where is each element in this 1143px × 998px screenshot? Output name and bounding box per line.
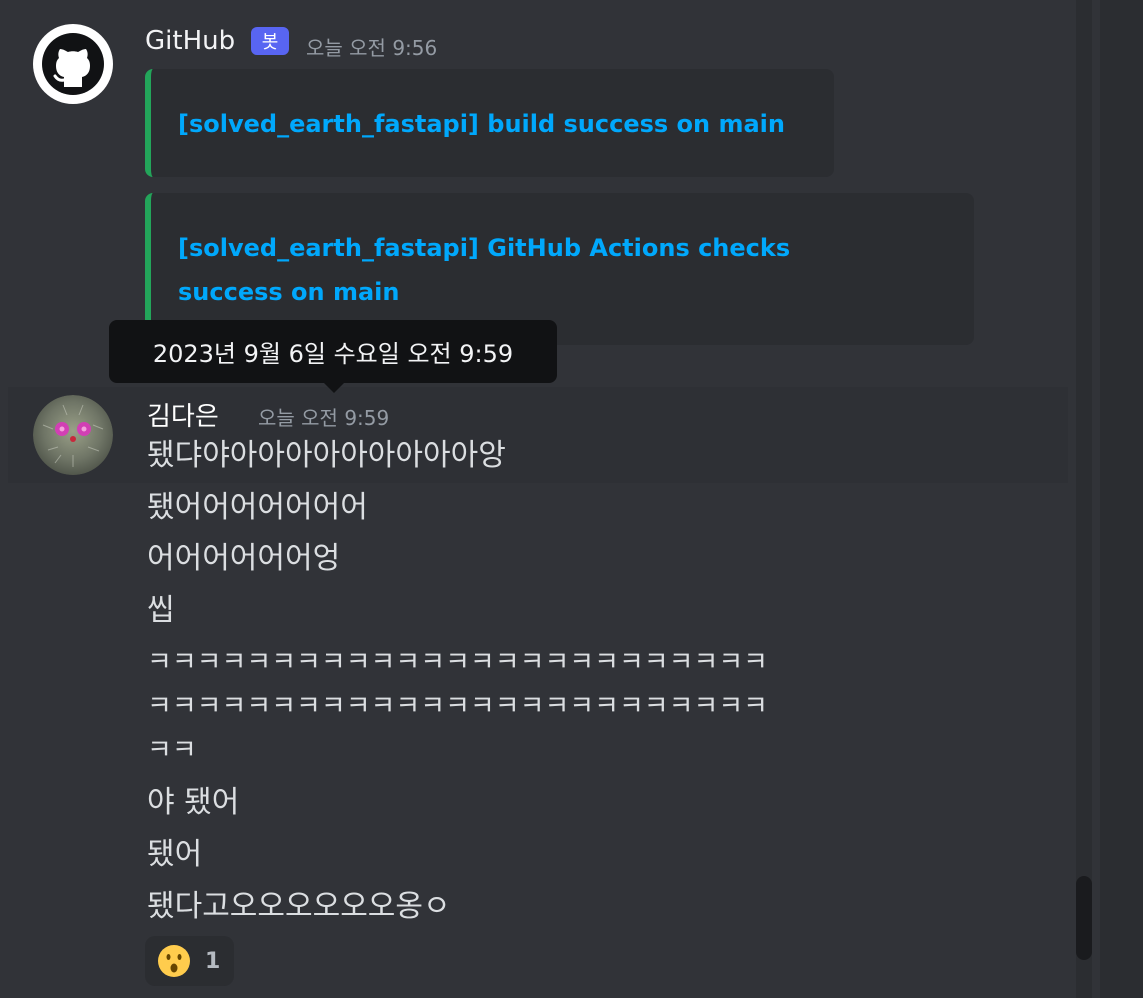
- message-text: 됐다고오오오오오오옹ㅇ: [147, 889, 451, 924]
- user-avatar[interactable]: [33, 395, 113, 475]
- embed-card: [solved_earth_fastapi] build success on …: [145, 69, 834, 177]
- bot-tag: 봇: [251, 27, 289, 55]
- message-timestamp[interactable]: 오늘 오전 9:56: [306, 32, 437, 61]
- message-text: 됐어: [147, 837, 203, 872]
- reaction-button[interactable]: 1: [145, 936, 234, 986]
- message-text: ㅋㅋㅋㅋㅋㅋㅋㅋㅋㅋㅋㅋㅋㅋㅋㅋㅋㅋㅋㅋㅋㅋㅋㅋㅋ: [147, 691, 768, 722]
- scrollbar-track[interactable]: [1076, 0, 1092, 998]
- message-text: ㅋㅋㅋㅋㅋㅋㅋㅋㅋㅋㅋㅋㅋㅋㅋㅋㅋㅋㅋㅋㅋㅋㅋㅋㅋ: [147, 647, 768, 678]
- embed-title-link[interactable]: [solved_earth_fastapi] build success on …: [178, 102, 785, 146]
- cactus-avatar: [33, 395, 113, 475]
- github-avatar[interactable]: [33, 24, 113, 104]
- hushed-face-emoji: [158, 945, 190, 977]
- embed-title-link[interactable]: [solved_earth_fastapi] GitHub Actions ch…: [178, 226, 790, 270]
- message-text: ㅋㅋ: [147, 735, 197, 766]
- message-text: 됐어어어어어어어: [147, 490, 368, 525]
- timestamp-tooltip: 2023년 9월 6일 수요일 오전 9:59: [109, 320, 557, 383]
- message-text: 씹: [147, 593, 175, 628]
- scrollbar-thumb[interactable]: [1076, 876, 1092, 960]
- author-name[interactable]: GitHub: [145, 26, 235, 56]
- github-octocat-icon: [42, 33, 104, 95]
- message-text: 야 됐어: [147, 785, 240, 820]
- embed-title-link[interactable]: success on main: [178, 270, 399, 314]
- author-name[interactable]: 김다은: [147, 396, 219, 433]
- message-text: 됐댜야아아아아아아아아아앙: [147, 438, 506, 473]
- message-text: 어어어어어어엉: [147, 541, 341, 576]
- side-panel-edge: [1100, 0, 1143, 998]
- message-timestamp[interactable]: 오늘 오전 9:59: [258, 402, 389, 431]
- tooltip-arrow: [324, 383, 344, 393]
- chat-messages: GitHub 봇 오늘 오전 9:56 [solved_earth_fastap…: [0, 0, 1080, 998]
- reaction-count: 1: [205, 948, 221, 974]
